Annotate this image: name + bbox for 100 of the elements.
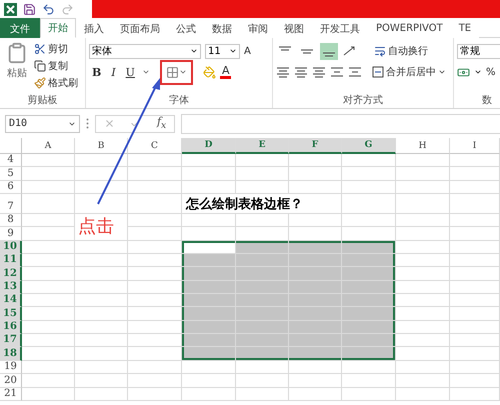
table-cell[interactable] <box>450 267 500 281</box>
table-cell[interactable] <box>289 360 342 374</box>
selected-cell[interactable] <box>342 320 396 334</box>
table-cell[interactable] <box>342 154 396 168</box>
table-cell[interactable] <box>236 227 289 241</box>
table-cell[interactable] <box>182 214 236 228</box>
grow-font-button[interactable]: A <box>244 46 251 56</box>
font-color-button[interactable]: A <box>220 65 232 79</box>
table-cell[interactable] <box>182 388 236 401</box>
table-cell[interactable] <box>128 320 182 334</box>
row-header[interactable]: 8 <box>0 214 22 228</box>
table-cell[interactable] <box>450 374 500 388</box>
table-cell[interactable] <box>182 167 236 181</box>
selected-cell[interactable] <box>342 294 396 308</box>
table-cell[interactable] <box>22 214 75 228</box>
table-cell[interactable] <box>342 167 396 181</box>
table-cell[interactable] <box>396 360 450 374</box>
table-cell[interactable] <box>289 374 342 388</box>
table-cell[interactable] <box>75 294 128 308</box>
table-cell[interactable] <box>236 180 289 194</box>
table-cell[interactable] <box>450 307 500 321</box>
indent-icon[interactable] <box>348 66 362 78</box>
column-header[interactable]: H <box>396 138 450 154</box>
table-cell[interactable] <box>289 388 342 401</box>
row-header[interactable]: 21 <box>0 388 22 401</box>
table-cell[interactable] <box>182 180 236 194</box>
table-cell[interactable] <box>75 388 128 401</box>
table-cell[interactable] <box>128 214 182 228</box>
table-cell[interactable] <box>450 227 500 241</box>
selected-cell[interactable] <box>182 254 236 268</box>
undo-icon[interactable] <box>42 2 55 16</box>
table-cell[interactable] <box>75 267 128 281</box>
row-header[interactable]: 5 <box>0 167 22 181</box>
table-cell[interactable] <box>22 360 75 374</box>
table-cell[interactable] <box>75 334 128 348</box>
table-cell[interactable] <box>396 214 450 228</box>
table-cell[interactable] <box>22 388 75 401</box>
clipboard-button[interactable]: 剪切 <box>34 42 78 56</box>
table-cell[interactable] <box>22 167 75 181</box>
row-header[interactable]: 11 <box>0 254 22 268</box>
table-cell[interactable] <box>342 214 396 228</box>
selected-cell[interactable] <box>342 267 396 281</box>
table-cell[interactable] <box>450 360 500 374</box>
table-cell[interactable] <box>236 360 289 374</box>
wrap-text-button[interactable]: 自动换行 <box>374 44 428 58</box>
row-header[interactable]: 15 <box>0 307 22 321</box>
table-cell[interactable] <box>396 280 450 294</box>
clipboard-button[interactable]: 格式刷 <box>34 76 78 90</box>
selected-cell[interactable] <box>182 280 236 294</box>
row-header[interactable]: 17 <box>0 334 22 348</box>
row-header[interactable]: 9 <box>0 227 22 241</box>
active-cell[interactable] <box>182 240 236 254</box>
row-header[interactable]: 10 <box>0 240 22 254</box>
font-size-field[interactable]: 11 <box>205 44 240 58</box>
row-header[interactable]: 13 <box>0 280 22 294</box>
align-center-icon[interactable] <box>294 66 308 78</box>
table-cell[interactable] <box>396 254 450 268</box>
selected-cell[interactable] <box>236 347 289 361</box>
table-cell[interactable] <box>396 180 450 194</box>
column-header[interactable]: G <box>342 138 396 154</box>
table-cell[interactable] <box>75 360 128 374</box>
table-cell[interactable] <box>396 388 450 401</box>
selected-cell[interactable] <box>342 254 396 268</box>
table-cell[interactable] <box>128 194 182 214</box>
table-cell[interactable] <box>289 214 342 228</box>
table-cell[interactable] <box>182 227 236 241</box>
currency-icon[interactable] <box>457 66 470 78</box>
table-cell[interactable] <box>128 280 182 294</box>
table-cell[interactable] <box>75 254 128 268</box>
table-cell[interactable] <box>396 167 450 181</box>
table-cell[interactable] <box>450 214 500 228</box>
table-cell[interactable] <box>128 167 182 181</box>
table-cell[interactable] <box>450 240 500 254</box>
table-cell[interactable] <box>22 334 75 348</box>
table-cell[interactable] <box>22 294 75 308</box>
table-cell[interactable] <box>450 167 500 181</box>
table-cell[interactable] <box>75 347 128 361</box>
table-cell[interactable] <box>22 240 75 254</box>
indent-icon[interactable] <box>330 66 344 78</box>
table-cell[interactable] <box>236 154 289 168</box>
column-header[interactable]: A <box>22 138 75 154</box>
table-cell[interactable] <box>22 180 75 194</box>
paste-button[interactable]: 粘贴 <box>3 42 31 94</box>
selected-cell[interactable] <box>236 254 289 268</box>
table-cell[interactable] <box>22 254 75 268</box>
column-header[interactable]: E <box>236 138 289 154</box>
save-icon[interactable] <box>23 2 36 16</box>
table-cell[interactable] <box>396 294 450 308</box>
table-cell[interactable] <box>396 267 450 281</box>
table-cell[interactable] <box>450 280 500 294</box>
table-cell[interactable] <box>396 227 450 241</box>
selected-cell[interactable] <box>182 294 236 308</box>
table-cell[interactable] <box>75 154 128 168</box>
table-cell[interactable] <box>396 320 450 334</box>
table-cell[interactable] <box>450 334 500 348</box>
table-cell[interactable] <box>128 388 182 401</box>
cancel-icon[interactable] <box>104 118 115 129</box>
table-cell[interactable] <box>342 180 396 194</box>
row-header[interactable]: 19 <box>0 360 22 374</box>
table-cell[interactable] <box>342 374 396 388</box>
